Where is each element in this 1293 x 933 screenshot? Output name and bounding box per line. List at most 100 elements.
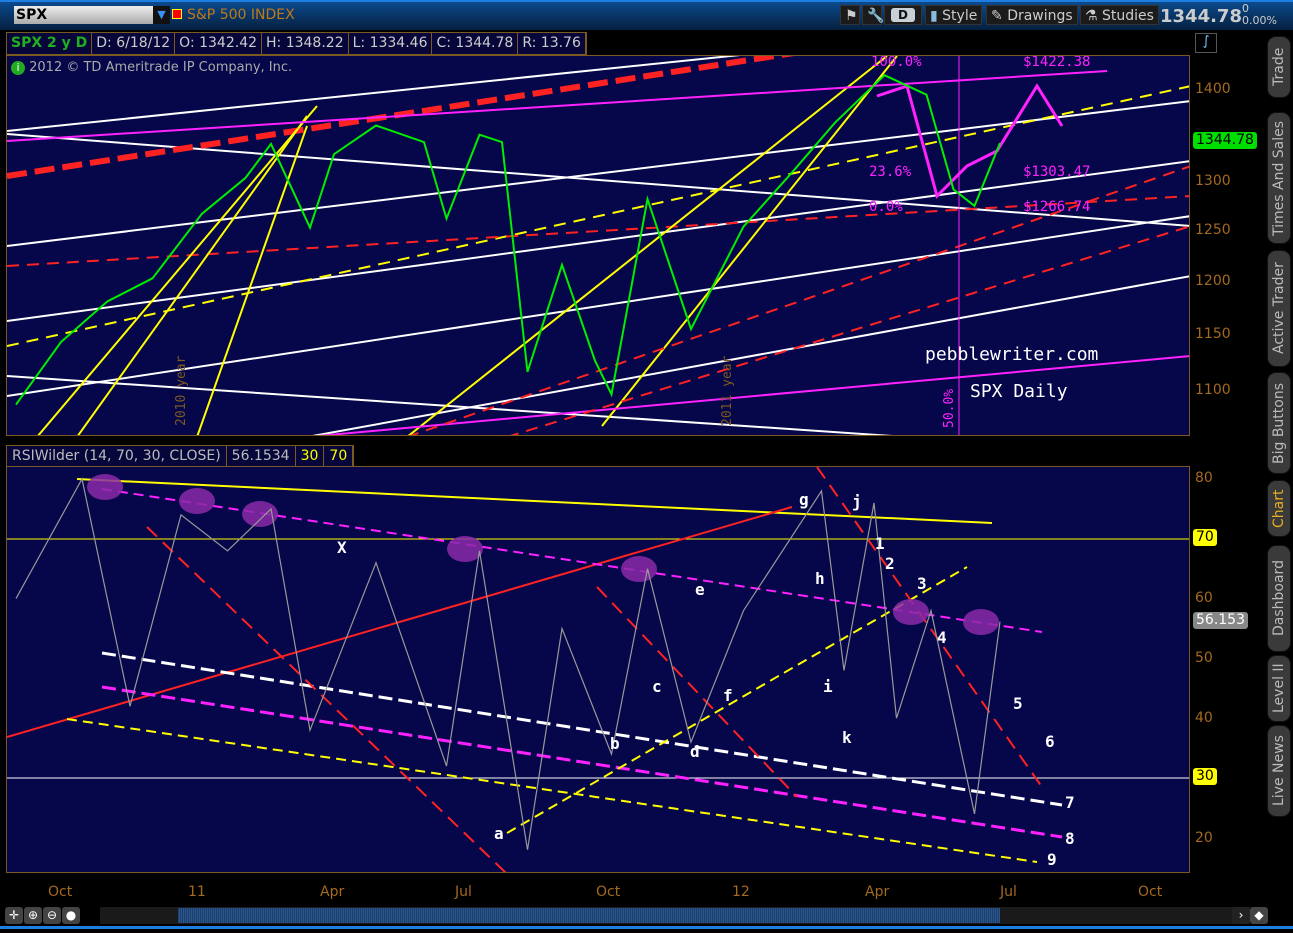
trendline — [146, 526, 507, 872]
wave-label: 7 — [1065, 793, 1075, 812]
wave-label: d — [690, 742, 700, 761]
rsi-tick-label: 80 — [1195, 470, 1213, 486]
highlight-circle — [963, 609, 999, 635]
trendline — [7, 100, 1189, 247]
style-menu-button[interactable]: ▮ Style — [925, 5, 983, 25]
trendline — [596, 586, 798, 798]
wave-label: j — [852, 492, 862, 511]
wave-label: i — [823, 677, 833, 696]
copyright-text: 2012 © TD Ameritrade IP Company, Inc. — [29, 60, 293, 75]
time-tick-label: Oct — [48, 884, 73, 900]
bar-open: O: 1342.42 — [175, 33, 263, 54]
candle-icon: ▮ — [930, 8, 938, 24]
highlight-circle — [447, 536, 483, 562]
copyright-notice: i 2012 © TD Ameritrade IP Company, Inc. — [11, 60, 292, 75]
wave-label: 1 — [875, 534, 885, 553]
price-tick-label: 1250 — [1195, 222, 1231, 238]
rsi-tick-label: 20 — [1195, 830, 1213, 846]
sidebar-tab-trade[interactable]: Trade — [1267, 36, 1291, 98]
zoom-out-icon[interactable]: ⊖ — [43, 907, 61, 924]
trendline — [7, 160, 1189, 322]
time-tick-label: Apr — [865, 884, 890, 900]
price-chart-pane[interactable]: pebblewriter.com SPX Daily $1422.38 $130… — [6, 55, 1190, 436]
sidebar-tab-active-trader[interactable]: Active Trader — [1267, 250, 1291, 367]
wave-label: f — [723, 686, 733, 705]
wave-label: X — [337, 538, 347, 557]
style-label: Style — [942, 8, 978, 24]
chart-title: SPX 2 y D — [7, 33, 93, 54]
symbol-link-icon[interactable] — [172, 9, 182, 19]
trendline — [510, 225, 1189, 435]
rsi-70-tag: 70 — [1193, 529, 1217, 546]
wave-label: b — [610, 734, 620, 753]
sidebar-tab-big-buttons[interactable]: Big Buttons — [1267, 372, 1291, 474]
time-tick-label: Oct — [1138, 884, 1163, 900]
fib-pct-0: 0.0% — [869, 199, 903, 215]
rsi-chart-svg: Xa b c d e f g h i j k 12 3 4 5 6 7 89 — [7, 467, 1189, 872]
zoom-in-icon[interactable]: ⊕ — [24, 907, 42, 924]
price-tick-label: 1100 — [1195, 382, 1231, 398]
chart-settings-icon[interactable]: ⚑ — [840, 5, 860, 25]
rsi-highlights — [87, 474, 999, 635]
wave-label: a — [494, 824, 504, 843]
percent-change: 0.00% — [1242, 14, 1277, 27]
sidebar-tab-chart[interactable]: Chart — [1267, 480, 1291, 537]
fib-pct-236: 23.6% — [869, 164, 912, 180]
symbol-input[interactable]: SPX — [14, 6, 154, 24]
period-button[interactable]: D — [891, 8, 915, 22]
wave-label: 4 — [937, 628, 947, 647]
trendline — [101, 651, 1063, 807]
sidebar-tab-dashboard[interactable]: Dashboard — [1267, 545, 1291, 652]
trendline — [601, 56, 898, 427]
fib-pct-100: 100.0% — [871, 56, 922, 70]
info-icon[interactable]: i — [11, 61, 25, 75]
studies-menu-button[interactable]: ⚗ Studies — [1080, 5, 1159, 25]
expand-icon[interactable]: ◆ — [1250, 907, 1268, 924]
chart-name-label: SPX Daily — [970, 381, 1068, 402]
flask-icon: ⚗ — [1085, 8, 1098, 24]
price-series — [15, 74, 1001, 406]
scroll-right-icon[interactable]: › — [1232, 907, 1250, 924]
rsi-title: RSIWilder (14, 70, 30, CLOSE) — [7, 446, 227, 466]
sidebar-tab-live-news[interactable]: Live News — [1267, 725, 1291, 817]
bar-range: R: 13.76 — [518, 33, 586, 54]
site-watermark: pebblewriter.com — [925, 344, 1098, 365]
time-tick-label: Jul — [1000, 884, 1017, 900]
symbol-description: S&P 500 INDEX — [187, 7, 295, 23]
chart-header: SPX 2 y D D: 6/18/12 O: 1342.42 H: 1348.… — [6, 32, 587, 55]
chart-style-icon[interactable]: ∫ — [1195, 33, 1217, 53]
time-tick-label: Apr — [320, 884, 345, 900]
price-chart-svg: pebblewriter.com SPX Daily $1422.38 $130… — [7, 56, 1189, 435]
rsi-series — [15, 477, 1001, 850]
price-tick-label: 1300 — [1195, 173, 1231, 189]
drawings-menu-button[interactable]: ✎ Drawings — [986, 5, 1078, 25]
price-tick-label: 1150 — [1195, 326, 1231, 342]
studies-label: Studies — [1102, 8, 1154, 24]
fib-level-mid: $1303.47 — [1023, 164, 1090, 180]
fib-level-low: $1266.74 — [1023, 199, 1090, 215]
wave-label: 9 — [1047, 850, 1057, 869]
fib-level-top: $1422.38 — [1023, 56, 1090, 70]
wave-label: c — [652, 677, 662, 696]
trendline — [7, 375, 893, 435]
rsi-upper: 70 — [324, 446, 354, 466]
rsi-current-tag: 56.153 — [1193, 612, 1248, 629]
reset-zoom-icon[interactable]: ● — [62, 907, 80, 924]
highlight-circle — [621, 556, 657, 582]
pan-icon[interactable]: ✛ — [5, 907, 23, 924]
sidebar-tab-level-ii[interactable]: Level II — [1267, 655, 1291, 722]
symbol-dropdown-button[interactable]: ▼ — [153, 6, 170, 24]
scrollbar-thumb[interactable] — [178, 908, 1000, 923]
trendline — [7, 195, 1189, 267]
wave-label: h — [815, 569, 825, 588]
wrench-icon[interactable]: 🔧 — [862, 5, 884, 25]
price-tick-label: 1400 — [1195, 81, 1231, 97]
wave-label: 2 — [885, 554, 895, 573]
rsi-lower: 30 — [296, 446, 325, 466]
sidebar-tab-times-and-sales[interactable]: Times And Sales — [1267, 112, 1291, 244]
pencil-icon: ✎ — [991, 8, 1003, 24]
fib-pct-50: 50.0% — [942, 389, 957, 428]
time-tick-label: 11 — [188, 884, 206, 900]
rsi-chart-pane[interactable]: Xa b c d e f g h i j k 12 3 4 5 6 7 89 — [6, 466, 1190, 873]
trendline — [407, 56, 888, 435]
